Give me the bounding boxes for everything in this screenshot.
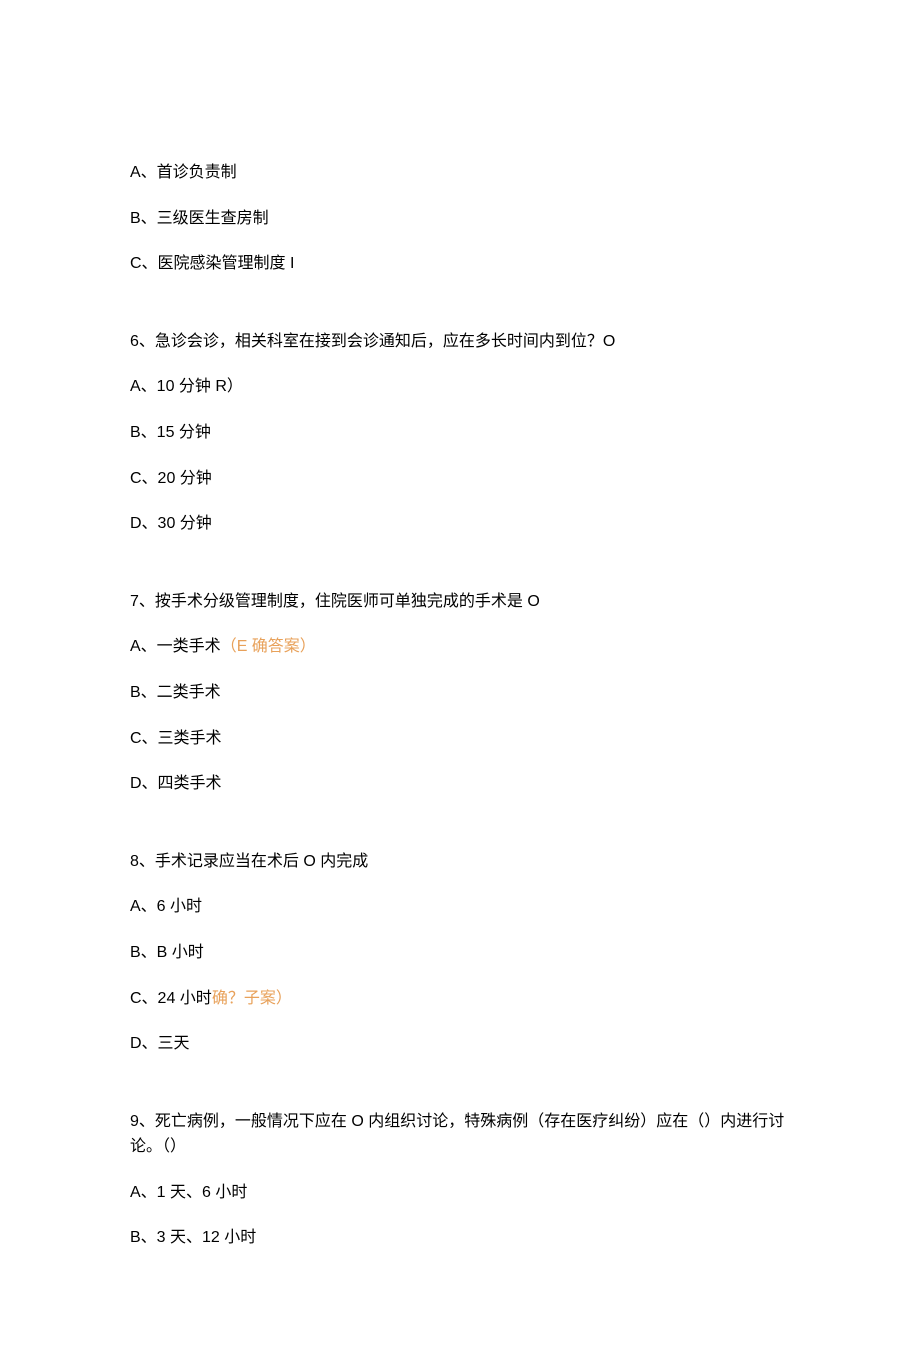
question-line: 7、按手术分级管理制度，住院医师可单独完成的手术是 O [130,589,790,615]
option-line: A、6 小时 [130,894,790,920]
line-text: B、15 分钟 [130,424,211,441]
line-text: C、24 小时 [130,990,212,1007]
line-text: C、20 分钟 [130,470,212,487]
line-text: 6、急诊会诊，相关科室在接到会诊通知后，应在多长时间内到位？O [130,333,615,350]
line-text: A、10 分钟 R） [130,378,243,395]
line-text: D、三天 [130,1035,190,1052]
option-line: B、三级医生查房制 [130,206,790,232]
line-text: C、三类手术 [130,730,222,747]
option-line: A、10 分钟 R） [130,374,790,400]
line-text: 7、按手术分级管理制度，住院医师可单独完成的手术是 O [130,593,540,610]
line-text: A、一类手术 [130,638,221,655]
option-line: C、医院感染管理制度 I [130,251,790,277]
option-line: A、一类手术（E 确答案） [130,634,790,660]
option-line: B、15 分钟 [130,420,790,446]
question-line: 6、急诊会诊，相关科室在接到会诊通知后，应在多长时间内到位？O [130,329,790,355]
option-line: C、20 分钟 [130,466,790,492]
line-text: D、四类手术 [130,775,222,792]
option-line: A、1 天、6 小时 [130,1180,790,1206]
option-line: A、首诊负责制 [130,160,790,186]
line-text: A、首诊负责制 [130,164,237,181]
option-line: B、二类手术 [130,680,790,706]
answer-note: 确？子案） [212,990,292,1007]
option-line: D、三天 [130,1031,790,1057]
question-line: 9、死亡病例，一般情况下应在 O 内组织讨论，特殊病例（存在医疗纠纷）应在（）内… [130,1109,790,1160]
answer-note: （E 确答案） [221,638,316,655]
option-line: D、四类手术 [130,771,790,797]
option-line: B、3 天、12 小时 [130,1225,790,1251]
line-text: B、三级医生查房制 [130,210,269,227]
question-line: 8、手术记录应当在术后 O 内完成 [130,849,790,875]
line-text: 9、死亡病例，一般情况下应在 O 内组织讨论，特殊病例（存在医疗纠纷）应在（）内… [130,1113,784,1156]
line-text: B、B 小时 [130,944,204,961]
document-page: A、首诊负责制 B、三级医生查房制 C、医院感染管理制度 I 6、急诊会诊，相关科室在… [0,0,920,1371]
line-text: B、二类手术 [130,684,221,701]
line-text: A、6 小时 [130,898,202,915]
line-text: C、医院感染管理制度 I [130,255,294,272]
option-line: C、24 小时确？子案） [130,986,790,1012]
line-text: B、3 天、12 小时 [130,1229,256,1246]
option-line: D、30 分钟 [130,511,790,537]
line-text: D、30 分钟 [130,515,212,532]
option-line: C、三类手术 [130,726,790,752]
option-line: B、B 小时 [130,940,790,966]
line-text: A、1 天、6 小时 [130,1184,247,1201]
line-text: 8、手术记录应当在术后 O 内完成 [130,853,368,870]
